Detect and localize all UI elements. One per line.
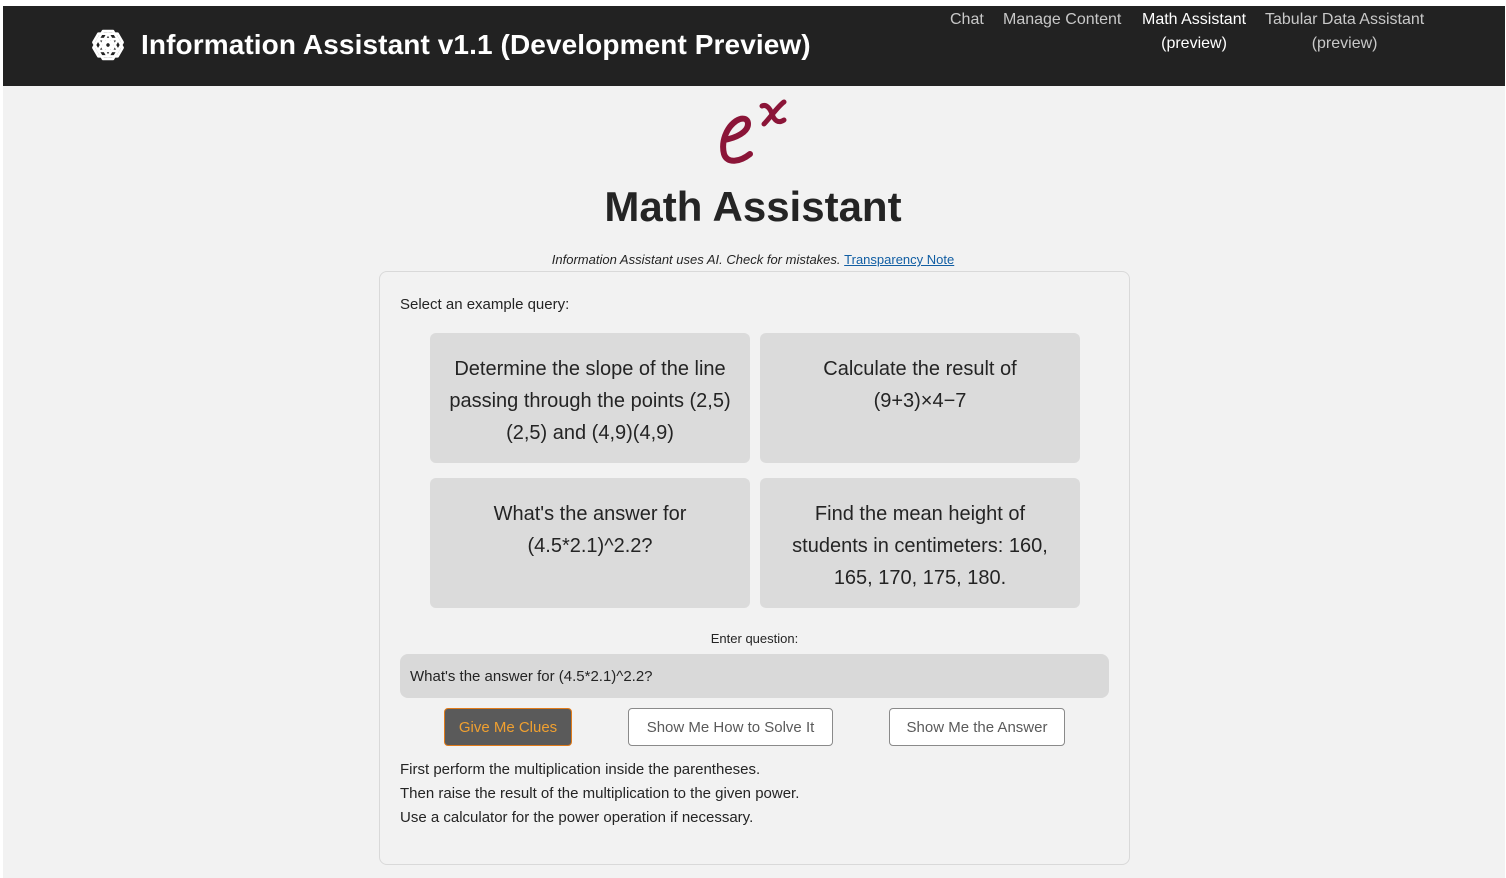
brand[interactable]: Information Assistant v1.1 (Development …	[87, 24, 811, 66]
select-example-label: Select an example query:	[400, 296, 570, 313]
nav-math-assistant-label: Math Assistant	[1142, 11, 1247, 28]
nav-manage-content-label: Manage Content	[1003, 11, 1122, 28]
e-to-the-x-icon	[718, 96, 792, 168]
clues-output: First perform the multiplication inside …	[400, 758, 799, 830]
clue-line: First perform the multiplication inside …	[400, 761, 761, 778]
nav-math-assistant-sub: (preview)	[1161, 35, 1227, 52]
nav-math-assistant[interactable]: Math Assistant (preview)	[1142, 8, 1246, 56]
transparency-note-link[interactable]: Transparency Note	[844, 252, 954, 267]
show-how-to-solve-button[interactable]: Show Me How to Solve It	[628, 708, 833, 746]
give-me-clues-button[interactable]: Give Me Clues	[444, 708, 572, 746]
nav-tabular-label: Tabular Data Assistant	[1265, 11, 1425, 28]
nav-chat[interactable]: Chat	[950, 8, 984, 32]
nav-tabular-sub: (preview)	[1311, 35, 1378, 52]
example-query-slope[interactable]: Determine the slope of the line passing …	[430, 333, 750, 463]
example-query-calculate[interactable]: Calculate the result of (9+3)×4−7	[760, 333, 1080, 463]
example-query-power[interactable]: What's the answer for (4.5*2.1)^2.2?	[430, 478, 750, 608]
app-header: Information Assistant v1.1 (Development …	[3, 6, 1505, 86]
nav-manage-content[interactable]: Manage Content	[1003, 8, 1121, 32]
question-input[interactable]	[400, 654, 1109, 698]
page-title: Math Assistant	[604, 183, 902, 230]
nav-tabular-data-assistant[interactable]: Tabular Data Assistant (preview)	[1265, 8, 1424, 56]
openai-knot-icon	[87, 24, 129, 66]
disclaimer-text: Information Assistant uses AI. Check for…	[551, 252, 841, 267]
enter-question-label: Enter question:	[710, 631, 799, 646]
app-title: Information Assistant v1.1 (Development …	[141, 29, 811, 60]
ai-disclaimer: Information Assistant uses AI. Check for…	[0, 252, 1506, 267]
show-answer-button[interactable]: Show Me the Answer	[889, 708, 1065, 746]
nav-chat-label: Chat	[950, 11, 984, 28]
example-query-mean-height[interactable]: Find the mean height of students in cent…	[760, 478, 1080, 608]
math-panel: Select an example query: Determine the s…	[379, 271, 1130, 865]
clue-line: Use a calculator for the power operation…	[400, 809, 754, 826]
clue-line: Then raise the result of the multiplicat…	[400, 785, 800, 802]
